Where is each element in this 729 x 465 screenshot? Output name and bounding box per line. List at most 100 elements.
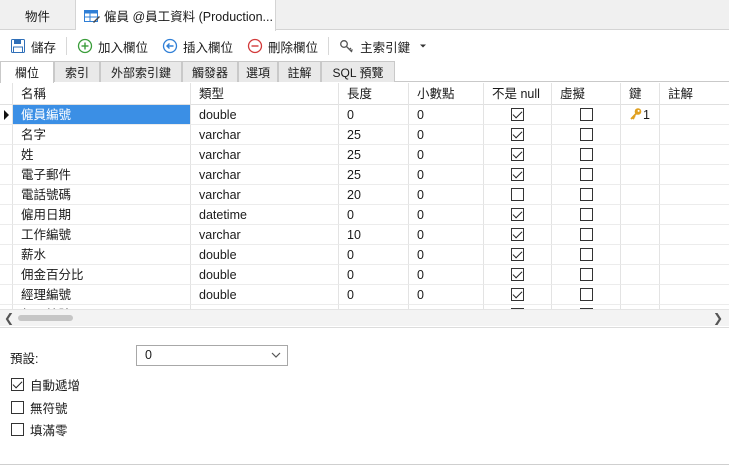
field-length-cell[interactable]: 10 <box>339 225 409 245</box>
field-decimals-cell[interactable]: 0 <box>409 165 484 185</box>
auto-increment-option[interactable]: 自動遞增 <box>11 375 80 394</box>
virtual-checkbox[interactable] <box>579 208 593 221</box>
not-null-cell[interactable] <box>484 225 552 245</box>
unsigned-option[interactable]: 無符號 <box>11 398 68 417</box>
field-length-cell[interactable]: 25 <box>339 125 409 145</box>
field-row[interactable]: 僱員編號 double 0 0 1 <box>0 105 729 125</box>
dropdown-arrow-icon[interactable] <box>418 41 428 51</box>
virtual-checkbox[interactable] <box>579 108 593 121</box>
field-name-cell[interactable]: 僱員編號 <box>13 105 191 125</box>
field-type-cell[interactable]: varchar <box>191 125 339 145</box>
virtual-cell[interactable] <box>552 185 621 205</box>
column-header-key[interactable]: 鍵 <box>621 83 660 105</box>
field-decimals-cell[interactable]: 0 <box>409 145 484 165</box>
row-gutter[interactable] <box>0 265 13 285</box>
field-name-cell[interactable]: 工作編號 <box>13 225 191 245</box>
field-row[interactable]: 僱用日期 datetime 0 0 <box>0 205 729 225</box>
key-cell[interactable] <box>621 145 660 165</box>
field-decimals-cell[interactable]: 0 <box>409 265 484 285</box>
field-type-cell[interactable]: double <box>191 105 339 125</box>
not-null-cell[interactable] <box>484 205 552 225</box>
field-decimals-cell[interactable]: 0 <box>409 125 484 145</box>
virtual-cell[interactable] <box>552 145 621 165</box>
not-null-checkbox[interactable] <box>511 148 524 161</box>
virtual-checkbox[interactable] <box>579 148 593 161</box>
tab-fields[interactable]: 欄位 <box>0 61 54 83</box>
delete-field-button[interactable]: 刪除欄位 <box>243 34 322 58</box>
column-header-length[interactable]: 長度 <box>339 83 409 105</box>
virtual-cell[interactable] <box>552 125 621 145</box>
comment-cell[interactable] <box>660 125 729 145</box>
field-row[interactable]: 姓 varchar 25 0 <box>0 145 729 165</box>
field-length-cell[interactable]: 20 <box>339 185 409 205</box>
column-header-decimals[interactable]: 小數點 <box>409 83 484 105</box>
field-length-cell[interactable]: 0 <box>339 285 409 305</box>
virtual-cell[interactable] <box>552 225 621 245</box>
not-null-cell[interactable] <box>484 165 552 185</box>
not-null-cell[interactable] <box>484 245 552 265</box>
scroll-left-icon[interactable]: ❮ <box>2 311 16 325</box>
field-length-cell[interactable]: 25 <box>339 165 409 185</box>
not-null-cell[interactable] <box>484 185 552 205</box>
comment-cell[interactable] <box>660 185 729 205</box>
unsigned-checkbox[interactable] <box>11 401 24 414</box>
row-gutter[interactable] <box>0 205 13 225</box>
column-header-name[interactable]: 名稱 <box>13 83 191 105</box>
field-decimals-cell[interactable]: 0 <box>409 245 484 265</box>
field-name-cell[interactable]: 僱用日期 <box>13 205 191 225</box>
field-name-cell[interactable]: 名字 <box>13 125 191 145</box>
tab-indexes[interactable]: 索引 <box>54 61 100 82</box>
key-cell[interactable] <box>621 185 660 205</box>
default-value-select[interactable]: 0 <box>136 345 288 366</box>
field-name-cell[interactable]: 姓 <box>13 145 191 165</box>
virtual-cell[interactable] <box>552 285 621 305</box>
field-type-cell[interactable]: varchar <box>191 185 339 205</box>
virtual-checkbox[interactable] <box>579 288 593 301</box>
field-decimals-cell[interactable]: 0 <box>409 105 484 125</box>
save-button[interactable]: 儲存 <box>6 34 60 58</box>
field-length-cell[interactable]: 0 <box>339 105 409 125</box>
primary-key-button[interactable]: 主索引鍵 <box>335 34 437 58</box>
not-null-cell[interactable] <box>484 285 552 305</box>
virtual-checkbox[interactable] <box>579 188 593 201</box>
zerofill-checkbox[interactable] <box>11 423 24 436</box>
column-header-virtual[interactable]: 虛擬 <box>552 83 621 105</box>
field-name-cell[interactable]: 薪水 <box>13 245 191 265</box>
horizontal-scrollbar[interactable]: ❮ ❯ <box>0 309 729 326</box>
scrollbar-thumb[interactable] <box>18 315 73 321</box>
not-null-checkbox[interactable] <box>511 288 524 301</box>
row-gutter[interactable] <box>0 285 13 305</box>
field-decimals-cell[interactable]: 0 <box>409 285 484 305</box>
tab-sql-preview[interactable]: SQL 預覽 <box>321 61 395 82</box>
not-null-checkbox[interactable] <box>511 188 524 201</box>
virtual-checkbox[interactable] <box>579 248 593 261</box>
not-null-checkbox[interactable] <box>511 268 524 281</box>
zerofill-option[interactable]: 填滿零 <box>11 420 68 439</box>
not-null-checkbox[interactable] <box>511 228 524 241</box>
row-gutter[interactable] <box>0 145 13 165</box>
not-null-checkbox[interactable] <box>511 168 524 181</box>
add-field-button[interactable]: 加入欄位 <box>73 34 152 58</box>
tab-foreign-keys[interactable]: 外部索引鍵 <box>100 61 182 82</box>
comment-cell[interactable] <box>660 285 729 305</box>
tab-objects[interactable]: 物件 <box>0 0 76 30</box>
virtual-checkbox[interactable] <box>579 168 593 181</box>
key-cell[interactable] <box>621 225 660 245</box>
field-decimals-cell[interactable]: 0 <box>409 185 484 205</box>
field-row[interactable]: 工作編號 varchar 10 0 <box>0 225 729 245</box>
key-cell[interactable] <box>621 285 660 305</box>
tab-table-design[interactable]: 僱員 @員工資料 (Production... <box>76 0 276 31</box>
key-cell[interactable]: 1 <box>621 105 660 125</box>
field-decimals-cell[interactable]: 0 <box>409 205 484 225</box>
key-cell[interactable] <box>621 245 660 265</box>
key-cell[interactable] <box>621 125 660 145</box>
field-length-cell[interactable]: 25 <box>339 145 409 165</box>
not-null-cell[interactable] <box>484 125 552 145</box>
auto-increment-checkbox[interactable] <box>11 378 24 391</box>
field-name-cell[interactable]: 佣金百分比 <box>13 265 191 285</box>
not-null-cell[interactable] <box>484 105 552 125</box>
column-header-type[interactable]: 類型 <box>191 83 339 105</box>
field-row[interactable]: 電話號碼 varchar 20 0 <box>0 185 729 205</box>
key-cell[interactable] <box>621 205 660 225</box>
field-name-cell[interactable]: 電子郵件 <box>13 165 191 185</box>
